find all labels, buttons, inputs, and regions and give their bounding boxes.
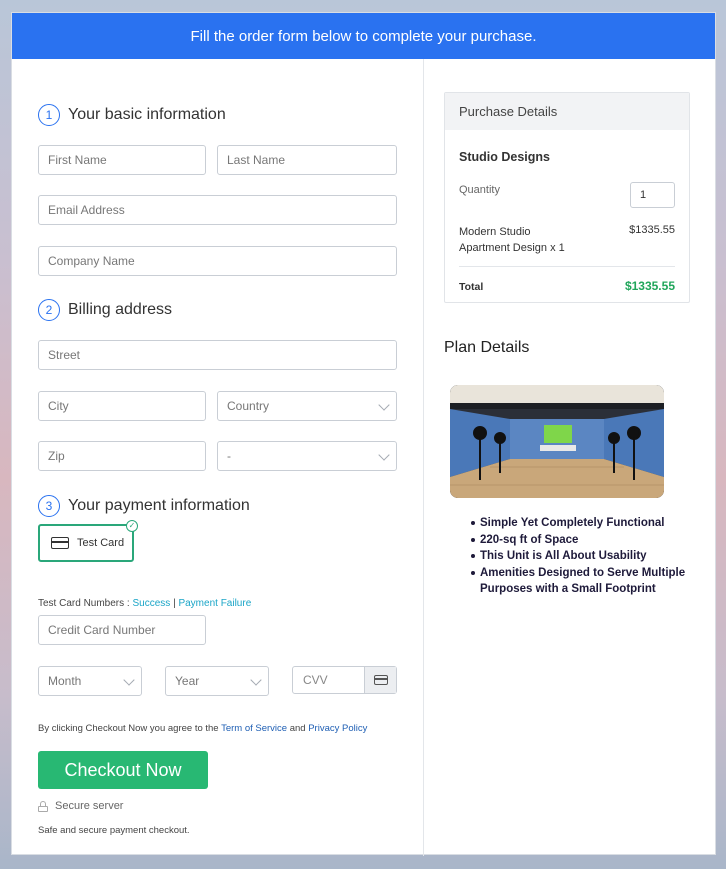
last-name-input[interactable]: Last Name xyxy=(217,145,397,175)
studio-room-image xyxy=(450,385,664,498)
credit-card-number-input[interactable]: Credit Card Number xyxy=(38,615,206,645)
divider xyxy=(459,266,675,267)
country-select[interactable]: Country xyxy=(217,391,397,421)
year-select-value: Year xyxy=(175,674,200,688)
test-card-option[interactable]: Test Card ✓ xyxy=(38,520,138,562)
month-select-value: Month xyxy=(48,674,82,688)
success-link[interactable]: Success xyxy=(132,598,170,609)
chevron-down-icon xyxy=(250,674,262,686)
payment-failure-link[interactable]: Payment Failure xyxy=(178,598,251,609)
list-item: This Unit is All About Usability xyxy=(471,548,710,565)
step-number-1: 1 xyxy=(38,104,60,126)
plan-features-list: Simple Yet Completely Functional 220-sq … xyxy=(471,515,710,598)
purchase-details-box: Purchase Details Studio Designs Quantity… xyxy=(444,92,690,303)
item-price: $1335.55 xyxy=(629,224,675,236)
zip-input[interactable]: Zip xyxy=(38,441,206,471)
cvv-card-addon xyxy=(364,667,396,693)
company-input[interactable]: Company Name xyxy=(38,246,397,276)
credit-card-icon xyxy=(51,537,69,549)
link-separator: | xyxy=(173,598,176,609)
section-title-basic: Your basic information xyxy=(68,106,226,123)
header-title: Fill the order form below to complete yo… xyxy=(190,27,537,45)
test-card-numbers: Test Card Numbers : Success | Payment Fa… xyxy=(38,598,251,609)
step-number-2: 2 xyxy=(38,299,60,321)
list-item: Amenities Designed to Serve Multiple Pur… xyxy=(471,565,710,598)
state-select-value: - xyxy=(227,449,231,463)
plan-details-title: Plan Details xyxy=(444,339,530,356)
city-input[interactable]: City xyxy=(38,391,206,421)
form-panel: 1 Your basic information First Name Last… xyxy=(12,59,424,856)
list-item: 220-sq ft of Space xyxy=(471,532,710,549)
total-label: Total xyxy=(459,281,484,293)
section-payment: 3 Your payment information xyxy=(38,495,250,517)
chevron-down-icon xyxy=(378,399,390,411)
list-item: Simple Yet Completely Functional xyxy=(471,515,710,532)
item-description: Modern Studio Apartment Design x 1 xyxy=(459,224,565,256)
chevron-down-icon xyxy=(123,674,135,686)
month-select[interactable]: Month xyxy=(38,666,142,696)
header-banner: Fill the order form below to complete yo… xyxy=(12,13,715,59)
credit-card-icon xyxy=(373,675,388,685)
studio-illustration xyxy=(450,385,664,498)
country-select-value: Country xyxy=(227,399,270,413)
terms-agreement: By clicking Checkout Now you agree to th… xyxy=(38,723,367,734)
section-title-billing: Billing address xyxy=(68,301,173,318)
terms-of-service-link[interactable]: Term of Service xyxy=(221,723,287,734)
test-numbers-label: Test Card Numbers : xyxy=(38,598,130,609)
check-circle-icon: ✓ xyxy=(126,520,138,532)
cvv-input[interactable]: CVV xyxy=(292,666,397,694)
section-billing: 2 Billing address xyxy=(38,299,172,321)
lock-icon xyxy=(38,801,48,812)
email-input[interactable]: Email Address xyxy=(38,195,397,225)
terms-and: and xyxy=(289,723,306,734)
total-value: $1335.55 xyxy=(624,279,675,293)
terms-prefix: By clicking Checkout Now you agree to th… xyxy=(38,723,219,734)
product-name: Studio Designs xyxy=(459,150,550,164)
chevron-down-icon xyxy=(378,449,390,461)
footer-note: Safe and secure payment checkout. xyxy=(38,825,190,836)
first-name-input[interactable]: First Name xyxy=(38,145,206,175)
state-select[interactable]: - xyxy=(217,441,397,471)
purchase-details-title: Purchase Details xyxy=(445,93,689,130)
quantity-label: Quantity xyxy=(459,184,500,196)
secure-server-label: Secure server xyxy=(55,800,124,812)
street-input[interactable]: Street xyxy=(38,340,397,370)
summary-panel: Purchase Details Studio Designs Quantity… xyxy=(424,59,717,856)
checkout-now-button[interactable]: Checkout Now xyxy=(38,751,208,789)
item-line-1: Modern Studio xyxy=(459,226,531,238)
test-card-label: Test Card xyxy=(77,537,125,549)
privacy-policy-link[interactable]: Privacy Policy xyxy=(308,723,367,734)
step-number-3: 3 xyxy=(38,495,60,517)
quantity-input[interactable]: 1 xyxy=(630,182,675,208)
year-select[interactable]: Year xyxy=(165,666,269,696)
section-basic-info: 1 Your basic information xyxy=(38,104,226,126)
item-line-2: Apartment Design x 1 xyxy=(459,242,565,254)
section-title-payment: Your payment information xyxy=(68,497,250,514)
cvv-placeholder: CVV xyxy=(303,673,328,687)
order-form-frame: Fill the order form below to complete yo… xyxy=(11,12,717,856)
